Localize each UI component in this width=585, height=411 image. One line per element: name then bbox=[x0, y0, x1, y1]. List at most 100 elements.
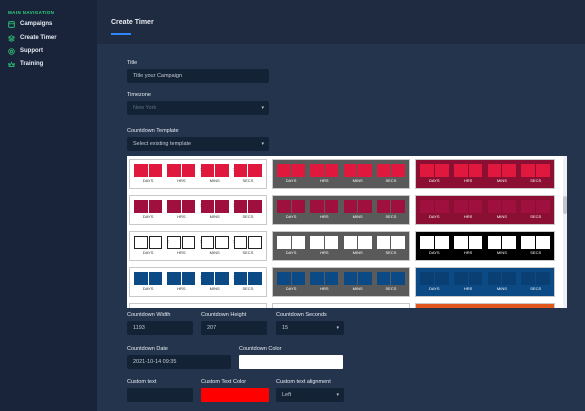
template-separator: : bbox=[232, 275, 234, 281]
template-outline-3[interactable]: DAYS HRS MINS SECS bbox=[415, 231, 555, 261]
unit-caption: SECS bbox=[530, 250, 542, 255]
template-unit: SECS bbox=[521, 272, 550, 291]
unit-caption: DAYS bbox=[285, 178, 297, 183]
custom-text-input[interactable] bbox=[127, 388, 193, 402]
template-outline-1[interactable]: DAYS HRS MINS SECS::: bbox=[129, 231, 267, 261]
unit-caption: SECS bbox=[242, 250, 254, 255]
sidebar-item-label: Support bbox=[20, 48, 43, 54]
template-unit: MINS bbox=[343, 236, 372, 255]
template-separator: : bbox=[199, 239, 202, 245]
template-crimson-2[interactable]: DAYS HRS MINS SECS bbox=[272, 195, 410, 225]
unit-caption: DAYS bbox=[142, 250, 154, 255]
template-unit: SECS bbox=[376, 200, 405, 219]
unit-caption: SECS bbox=[385, 250, 397, 255]
template-outline-2[interactable]: DAYS HRS MINS SECS bbox=[272, 231, 410, 261]
timezone-select[interactable]: New York ▾ bbox=[127, 101, 269, 115]
unit-caption: DAYS bbox=[285, 286, 297, 291]
template-unit: SECS bbox=[521, 200, 550, 219]
unit-caption: SECS bbox=[385, 286, 397, 291]
template-unit: MINS bbox=[487, 200, 517, 219]
template-gallery[interactable]: DAYS HRS MINS SECS::: DAYS HRS MINS SECS DAYS HRS… bbox=[127, 156, 567, 308]
seconds-value: 15 bbox=[282, 325, 289, 331]
template-unit: SECS bbox=[376, 236, 405, 255]
unit-caption: DAYS bbox=[428, 250, 440, 255]
custom-text-label: Custom text bbox=[127, 379, 157, 385]
template-unit: DAYS bbox=[420, 236, 449, 255]
unit-caption: HRS bbox=[320, 250, 329, 255]
unit-caption: HRS bbox=[463, 250, 473, 255]
height-input[interactable]: 207 bbox=[201, 321, 267, 335]
page-header: Create Timer bbox=[97, 0, 585, 44]
unit-caption: SECS bbox=[242, 214, 254, 219]
height-label: Countdown Height bbox=[201, 312, 247, 318]
template-unit: HRS bbox=[310, 200, 339, 219]
unit-caption: MINS bbox=[496, 286, 507, 291]
seconds-select[interactable]: 15 ▾ bbox=[276, 321, 344, 335]
template-navy-2[interactable]: DAYS HRS MINS SECS bbox=[272, 267, 410, 297]
template-unit: HRS bbox=[167, 236, 196, 255]
template-unit: HRS bbox=[167, 200, 196, 219]
width-label: Countdown Width bbox=[127, 312, 171, 318]
template-separator: : bbox=[167, 203, 169, 209]
template-crimson-3[interactable]: DAYS HRS MINS SECS bbox=[415, 195, 555, 225]
unit-caption: DAYS bbox=[285, 214, 297, 219]
title-label: Title bbox=[127, 60, 138, 66]
template-separator: : bbox=[167, 167, 169, 173]
template-unit: DAYS bbox=[277, 272, 306, 291]
alignment-select[interactable]: Left ▾ bbox=[276, 388, 344, 402]
sidebar-item-training[interactable]: Training bbox=[8, 59, 43, 69]
alignment-label: Custom text alignment bbox=[276, 379, 331, 385]
unit-caption: HRS bbox=[177, 214, 186, 219]
template-separator: : bbox=[199, 167, 202, 173]
unit-caption: MINS bbox=[496, 250, 507, 255]
template-red-1[interactable]: DAYS HRS MINS SECS::: bbox=[129, 159, 267, 189]
sidebar-item-label: Create Timer bbox=[20, 35, 57, 41]
unit-caption: DAYS bbox=[428, 286, 440, 291]
unit-caption: MINS bbox=[209, 250, 220, 255]
template-extra-3[interactable]: DAYSHRSMINSSECS bbox=[415, 303, 555, 308]
unit-caption: MINS bbox=[352, 214, 363, 219]
countdown-color-picker[interactable] bbox=[239, 355, 343, 369]
seconds-label: Countdown Seconds bbox=[276, 312, 327, 318]
date-input[interactable]: 2021-10-14 09:35 bbox=[127, 355, 231, 369]
date-label: Countdown Date bbox=[127, 346, 168, 352]
unit-caption: SECS bbox=[530, 178, 542, 183]
template-extra-1[interactable]: DAYSHRSMINSSECS bbox=[129, 303, 267, 308]
scroll-thumb[interactable] bbox=[563, 196, 567, 214]
template-scrollbar[interactable] bbox=[563, 156, 567, 308]
unit-caption: DAYS bbox=[142, 214, 154, 219]
unit-caption: SECS bbox=[385, 214, 397, 219]
template-crimson-1[interactable]: DAYS HRS MINS SECS::: bbox=[129, 195, 267, 225]
template-unit: DAYS bbox=[277, 164, 306, 183]
support-icon bbox=[8, 47, 15, 55]
sidebar-item-support[interactable]: Support bbox=[8, 46, 43, 56]
width-input[interactable]: 1193 bbox=[127, 321, 193, 335]
page-title: Create Timer bbox=[111, 19, 154, 26]
sidebar-item-campaigns[interactable]: Campaigns bbox=[8, 19, 52, 29]
template-unit: MINS bbox=[487, 272, 517, 291]
template-unit: HRS bbox=[167, 164, 196, 183]
template-unit: DAYS bbox=[420, 164, 449, 183]
title-input[interactable]: Title your Campaign bbox=[127, 69, 269, 83]
template-unit: DAYS bbox=[420, 272, 449, 291]
template-red-2[interactable]: DAYS HRS MINS SECS bbox=[272, 159, 410, 189]
template-unit: DAYS bbox=[134, 164, 163, 183]
chevron-down-icon: ▾ bbox=[261, 105, 264, 111]
template-red-3[interactable]: DAYS HRS MINS SECS bbox=[415, 159, 555, 189]
template-unit: DAYS bbox=[134, 272, 163, 291]
unit-caption: HRS bbox=[320, 286, 329, 291]
sidebar-item-create-timer[interactable]: Create Timer bbox=[8, 33, 57, 43]
template-extra-2[interactable]: DAYSHRSMINSSECS bbox=[272, 303, 410, 308]
text-color-picker[interactable] bbox=[201, 388, 269, 402]
template-unit: SECS bbox=[376, 272, 405, 291]
unit-caption: SECS bbox=[242, 286, 254, 291]
template-select[interactable]: Select existing template ▾ bbox=[127, 137, 269, 151]
template-navy-1[interactable]: DAYS HRS MINS SECS::: bbox=[129, 267, 267, 297]
main-content: Title Title your Campaign Timezone New Y… bbox=[97, 44, 585, 411]
template-separator: : bbox=[199, 203, 202, 209]
sidebar: MAIN NAVIGATION Campaigns Create Timer S… bbox=[0, 0, 97, 411]
template-unit: HRS bbox=[310, 272, 339, 291]
campaigns-icon bbox=[8, 20, 15, 28]
unit-caption: MINS bbox=[209, 286, 220, 291]
template-navy-3[interactable]: DAYS HRS MINS SECS bbox=[415, 267, 555, 297]
